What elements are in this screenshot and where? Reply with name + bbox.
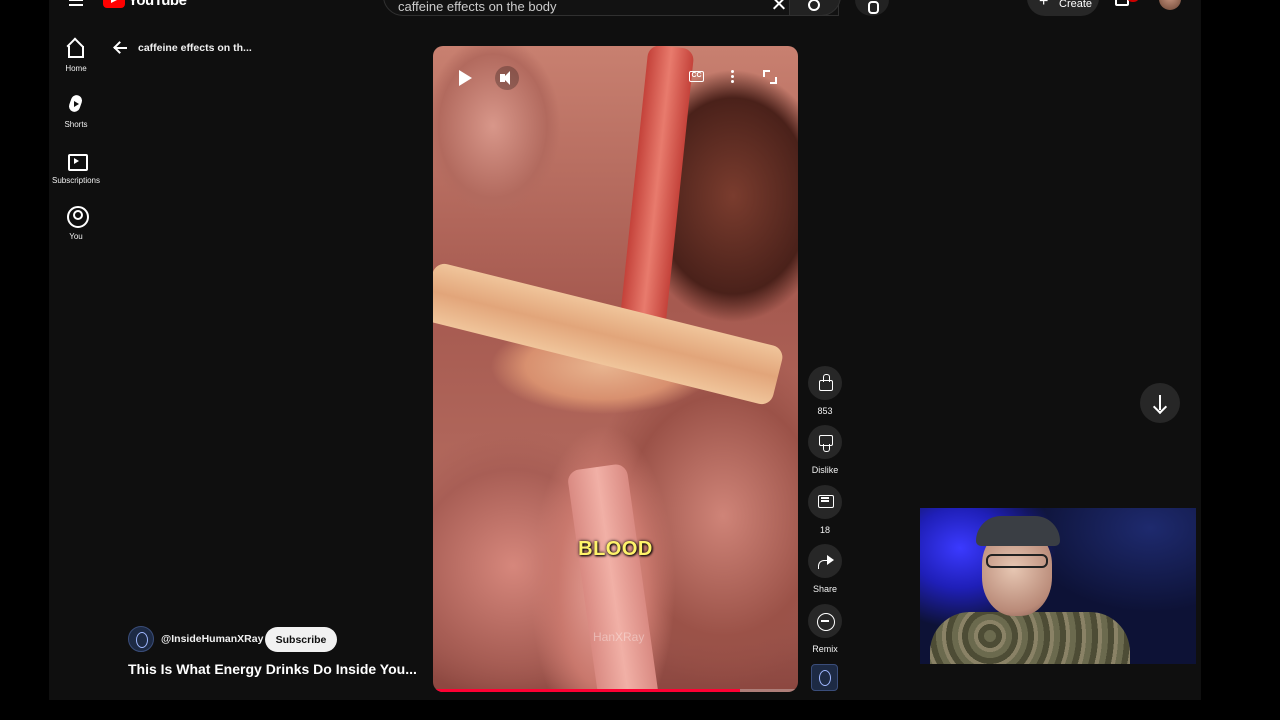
remix-action: Remix (805, 604, 845, 654)
bell-icon[interactable] (1115, 0, 1129, 6)
you-icon (65, 206, 89, 228)
channel-avatar[interactable] (128, 626, 154, 652)
webcam-person-shirt (930, 612, 1130, 664)
more-options-icon[interactable] (731, 70, 735, 84)
avatar[interactable] (1159, 0, 1181, 10)
nav-label: You (69, 232, 83, 241)
youtube-logo-icon (103, 0, 125, 8)
app-window: YouTube + Create Home Shorts Subscriptio… (49, 0, 1201, 700)
progress-fill (433, 689, 740, 692)
subscribe-button[interactable]: Subscribe (265, 627, 337, 652)
video-title[interactable]: This Is What Energy Drinks Do Inside You… (128, 661, 428, 677)
back-row: caffeine effects on th... (112, 40, 252, 56)
nav-item-home[interactable]: Home (49, 38, 103, 73)
next-video-button[interactable] (1140, 383, 1180, 423)
video-artwork (617, 46, 695, 348)
nav-item-shorts[interactable]: Shorts (49, 94, 103, 129)
shorts-icon (65, 94, 87, 114)
video-artwork (433, 261, 785, 407)
menu-icon[interactable] (69, 0, 83, 6)
comment-action: 18 (805, 485, 845, 535)
close-icon[interactable] (772, 0, 786, 11)
dislike-label: Dislike (811, 465, 839, 475)
volume-icon[interactable] (495, 66, 519, 90)
webcam-person-glasses (986, 554, 1048, 568)
create-button[interactable]: + Create (1027, 0, 1099, 16)
play-icon[interactable] (455, 68, 475, 88)
comment-count: 18 (819, 525, 830, 535)
back-arrow-icon[interactable] (112, 40, 128, 56)
subscriptions-icon (65, 150, 88, 171)
share-action: Share (805, 544, 845, 594)
search-icon (808, 0, 820, 11)
search-input[interactable] (398, 0, 758, 15)
like-button[interactable] (808, 366, 842, 400)
home-icon (65, 38, 87, 58)
progress-bar[interactable] (433, 689, 798, 692)
video-watermark: HanXRay (593, 630, 645, 644)
logo-text: YouTube (128, 0, 187, 9)
webcam-person-cap (976, 516, 1060, 546)
plus-icon: + (1039, 0, 1049, 10)
remix-label: Remix (812, 644, 838, 654)
back-title: caffeine effects on th... (138, 42, 252, 54)
top-bar: YouTube + Create (49, 0, 1201, 16)
microphone-button[interactable] (855, 0, 889, 16)
captions-icon[interactable]: CC (689, 71, 704, 82)
share-button[interactable] (808, 544, 842, 578)
nav-item-subscriptions[interactable]: Subscriptions (49, 150, 103, 185)
like-count: 853 (817, 406, 833, 416)
short-video-player[interactable]: CC BLOOD HanXRay (433, 46, 798, 692)
create-label: Create (1059, 0, 1093, 10)
dislike-action: Dislike (805, 425, 845, 475)
webcam-overlay (920, 508, 1196, 664)
remix-button[interactable] (808, 604, 842, 638)
fullscreen-icon[interactable] (763, 70, 777, 84)
channel-name[interactable]: @InsideHumanXRay (161, 633, 263, 645)
youtube-logo[interactable]: YouTube (103, 0, 187, 9)
comment-button[interactable] (808, 485, 842, 519)
share-label: Share (812, 584, 838, 594)
dislike-button[interactable] (808, 425, 842, 459)
nav-label: Subscriptions (51, 176, 101, 185)
sound-thumbnail[interactable] (811, 664, 838, 691)
video-caption: BLOOD (578, 538, 653, 560)
search-box (383, 0, 839, 16)
nav-label: Shorts (64, 120, 88, 129)
video-artwork (566, 462, 660, 692)
like-action: 853 (805, 366, 845, 416)
nav-item-you[interactable]: You (49, 206, 103, 241)
nav-label: Home (65, 64, 87, 73)
